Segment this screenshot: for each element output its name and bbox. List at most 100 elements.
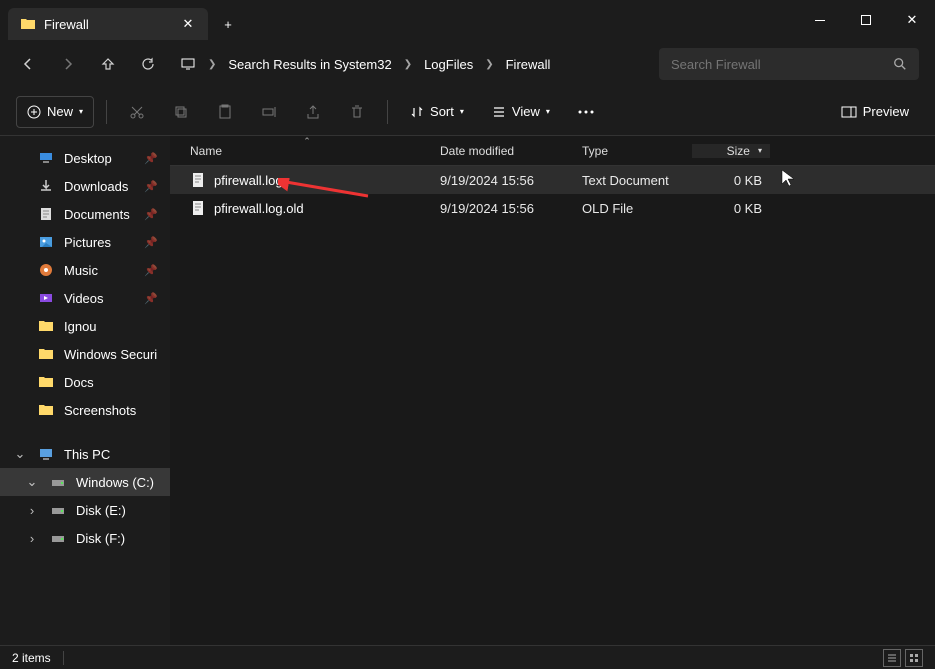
documents-icon: [38, 206, 54, 222]
rename-button[interactable]: [251, 96, 287, 128]
minimize-button[interactable]: [797, 0, 843, 40]
breadcrumb-item[interactable]: Search Results in System32: [228, 57, 391, 72]
up-button[interactable]: [96, 52, 120, 76]
paste-icon: [217, 104, 233, 120]
chevron-right-icon: ❯: [485, 59, 493, 70]
navigation-bar: ❯ Search Results in System32 ❯ LogFiles …: [0, 40, 935, 88]
preview-button[interactable]: Preview: [831, 96, 919, 128]
sidebar-this-pc[interactable]: ⌄ This PC: [0, 440, 170, 468]
copy-button[interactable]: [163, 96, 199, 128]
pin-icon: 📌: [144, 236, 158, 249]
sidebar-drive[interactable]: ⌄ Windows (C:): [0, 468, 170, 496]
pc-icon: [38, 446, 54, 462]
sidebar-item-label: Downloads: [64, 179, 128, 194]
close-window-button[interactable]: ✕: [889, 0, 935, 40]
sidebar-item-screenshots[interactable]: Screenshots: [0, 396, 170, 424]
delete-icon: [349, 104, 365, 120]
chevron-right-icon: ❯: [208, 59, 216, 70]
file-view: Name ⌃ Date modified Type Size▾ pfirewal…: [170, 136, 935, 645]
music-icon: [38, 262, 54, 278]
sidebar-drive[interactable]: ›Disk (E:): [0, 496, 170, 524]
pin-icon: 📌: [144, 264, 158, 277]
file-row[interactable]: pfirewall.log 9/19/2024 15:56 Text Docum…: [170, 166, 935, 194]
back-button[interactable]: [16, 52, 40, 76]
sort-indicator-icon: ⌃: [303, 136, 311, 147]
file-type: OLD File: [574, 201, 692, 216]
sidebar: Desktop📌Downloads📌Documents📌Pictures📌Mus…: [0, 136, 170, 645]
tab-title: Firewall: [44, 17, 89, 32]
monitor-icon: [180, 56, 196, 72]
new-tab-button[interactable]: +: [212, 8, 244, 40]
sidebar-item-label: Windows Securi: [64, 347, 157, 362]
sidebar-item-label: Pictures: [64, 235, 111, 250]
pictures-icon: [38, 234, 54, 250]
sidebar-item-downloads[interactable]: Downloads📌: [0, 172, 170, 200]
sidebar-item-music[interactable]: Music📌: [0, 256, 170, 284]
chevron-down-icon: ⌄: [12, 446, 28, 462]
cut-icon: [129, 104, 145, 120]
plus-circle-icon: [27, 105, 41, 119]
sidebar-item-label: Desktop: [64, 151, 112, 166]
delete-button[interactable]: [339, 96, 375, 128]
cut-button[interactable]: [119, 96, 155, 128]
preview-pane-icon: [841, 106, 857, 118]
sidebar-item-label: Screenshots: [64, 403, 136, 418]
sidebar-item-windows-securi[interactable]: Windows Securi: [0, 340, 170, 368]
column-type[interactable]: Type: [574, 144, 692, 158]
chevron-icon: ›: [24, 503, 40, 518]
paste-button[interactable]: [207, 96, 243, 128]
videos-icon: [38, 290, 54, 306]
large-icons-view-button[interactable]: [905, 649, 923, 667]
refresh-button[interactable]: [136, 52, 160, 76]
column-headers: Name ⌃ Date modified Type Size▾: [170, 136, 935, 166]
search-box[interactable]: [659, 48, 919, 80]
folder-icon: [38, 402, 54, 418]
sidebar-item-label: Windows (C:): [76, 475, 154, 490]
rename-icon: [261, 104, 277, 120]
column-date[interactable]: Date modified: [432, 144, 574, 158]
maximize-button[interactable]: [843, 0, 889, 40]
folder-icon: [38, 374, 54, 390]
copy-icon: [173, 104, 189, 120]
file-row[interactable]: pfirewall.log.old 9/19/2024 15:56 OLD Fi…: [170, 194, 935, 222]
folder-icon: [38, 346, 54, 362]
column-name[interactable]: Name ⌃: [182, 144, 432, 158]
breadcrumb-item[interactable]: Firewall: [506, 57, 551, 72]
file-type: Text Document: [574, 173, 692, 188]
share-button[interactable]: [295, 96, 331, 128]
sidebar-item-pictures[interactable]: Pictures 📌: [0, 228, 170, 256]
chevron-icon: ⌄: [24, 474, 40, 490]
file-date: 9/19/2024 15:56: [432, 173, 574, 188]
text-file-icon: [190, 200, 206, 216]
sidebar-item-desktop[interactable]: Desktop📌: [0, 144, 170, 172]
chevron-right-icon: ❯: [404, 59, 412, 70]
file-list: pfirewall.log 9/19/2024 15:56 Text Docum…: [170, 166, 935, 645]
sidebar-item-videos[interactable]: Videos📌: [0, 284, 170, 312]
sidebar-item-label: Docs: [64, 375, 94, 390]
sidebar-drive[interactable]: ›Disk (F:): [0, 524, 170, 552]
view-button[interactable]: View ▾: [482, 96, 560, 128]
sidebar-item-docs[interactable]: Docs: [0, 368, 170, 396]
breadcrumb-item[interactable]: LogFiles: [424, 57, 473, 72]
sidebar-item-label: Videos: [64, 291, 104, 306]
search-input[interactable]: [671, 57, 885, 72]
forward-button[interactable]: [56, 52, 80, 76]
status-bar: 2 items: [0, 645, 935, 669]
more-button[interactable]: [568, 96, 604, 128]
column-size[interactable]: Size▾: [692, 144, 770, 158]
sidebar-item-label: Documents: [64, 207, 130, 222]
titlebar: Firewall ✕ + ✕: [0, 0, 935, 40]
file-size: 0 KB: [692, 201, 770, 216]
drive-icon: [50, 530, 66, 546]
sidebar-item-ignou[interactable]: Ignou: [0, 312, 170, 340]
details-view-button[interactable]: [883, 649, 901, 667]
chevron-icon: ›: [24, 531, 40, 546]
new-button[interactable]: New ▾: [16, 96, 94, 128]
pin-icon: 📌: [144, 208, 158, 221]
sort-button[interactable]: Sort ▾: [400, 96, 474, 128]
window-tab[interactable]: Firewall ✕: [8, 8, 208, 40]
share-icon: [305, 104, 321, 120]
close-tab-icon[interactable]: ✕: [180, 16, 196, 32]
folder-icon: [20, 16, 36, 32]
sidebar-item-documents[interactable]: Documents 📌: [0, 200, 170, 228]
